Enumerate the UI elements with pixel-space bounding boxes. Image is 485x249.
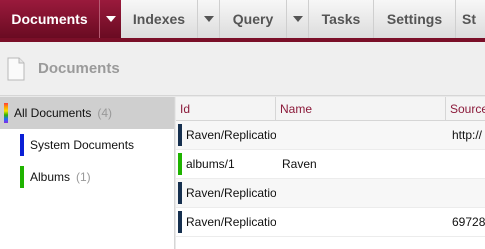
chevron-down-icon[interactable] — [197, 0, 219, 38]
sidebar-item-label: System Documents — [30, 138, 135, 152]
page-header: Documents — [0, 42, 485, 96]
collection-color-indicator — [178, 182, 182, 204]
collection-color-indicator — [20, 166, 24, 188]
nav-settings-label: Settings — [386, 11, 443, 27]
nav-documents[interactable]: Documents — [0, 0, 121, 38]
table-row[interactable]: Raven/Replication 69728 — [176, 208, 485, 237]
nav-settings[interactable]: Settings — [374, 0, 456, 38]
sidebar-item-count: (4) — [97, 106, 113, 120]
cell-name: Raven — [282, 157, 317, 171]
sidebar-item-all-documents[interactable]: All Documents (4) — [0, 97, 174, 129]
sidebar-item-albums[interactable]: Albums (1) — [0, 161, 174, 193]
sidebar-item-label: Albums — [30, 170, 71, 184]
table-row[interactable]: Raven/Replication http:// — [176, 121, 485, 150]
collection-color-indicator — [178, 211, 182, 233]
chevron-down-icon[interactable] — [99, 0, 121, 38]
nav-query[interactable]: Query — [220, 0, 309, 38]
table-row[interactable]: Raven/Replication — [176, 179, 485, 208]
documents-table: Id Name Source Raven/Replication http://… — [176, 97, 485, 249]
nav-query-label: Query — [232, 11, 274, 27]
nav-tasks[interactable]: Tasks — [309, 0, 374, 38]
document-icon — [7, 57, 25, 80]
nav-tasks-label: Tasks — [321, 11, 361, 27]
column-header-name[interactable]: Name — [276, 97, 446, 120]
nav-indexes[interactable]: Indexes — [121, 0, 220, 38]
sidebar-item-label: All Documents — [14, 106, 92, 120]
collection-color-indicator — [178, 153, 182, 175]
cell-source: http:// — [452, 128, 483, 142]
collection-color-indicator — [4, 103, 8, 123]
nav-status[interactable]: St — [456, 0, 485, 38]
collections-sidebar: All Documents (4) System Documents Album… — [0, 97, 175, 249]
page-title: Documents — [38, 60, 120, 77]
table-body: Raven/Replication http:// albums/1 Raven… — [176, 121, 485, 237]
nav-status-label: St — [462, 11, 476, 27]
cell-id: albums/1 — [186, 157, 235, 171]
chevron-down-icon[interactable] — [286, 0, 308, 38]
nav-documents-label: Documents — [11, 11, 88, 27]
nav-indexes-label: Indexes — [132, 11, 186, 27]
cell-source: 69728 — [452, 215, 485, 229]
collection-color-indicator — [178, 124, 182, 146]
column-header-id[interactable]: Id — [176, 97, 276, 120]
cell-id: Raven/Replication — [186, 128, 276, 142]
collection-color-indicator — [20, 134, 24, 156]
top-navigation: Documents Indexes Query Tasks Settings S… — [0, 0, 485, 38]
table-row[interactable]: albums/1 Raven — [176, 150, 485, 179]
table-header: Id Name Source — [176, 97, 485, 121]
column-header-source[interactable]: Source — [446, 97, 485, 120]
sidebar-item-count: (1) — [76, 170, 91, 184]
sidebar-item-system-documents[interactable]: System Documents — [0, 129, 174, 161]
cell-id: Raven/Replication — [186, 186, 276, 200]
cell-id: Raven/Replication — [186, 215, 276, 229]
